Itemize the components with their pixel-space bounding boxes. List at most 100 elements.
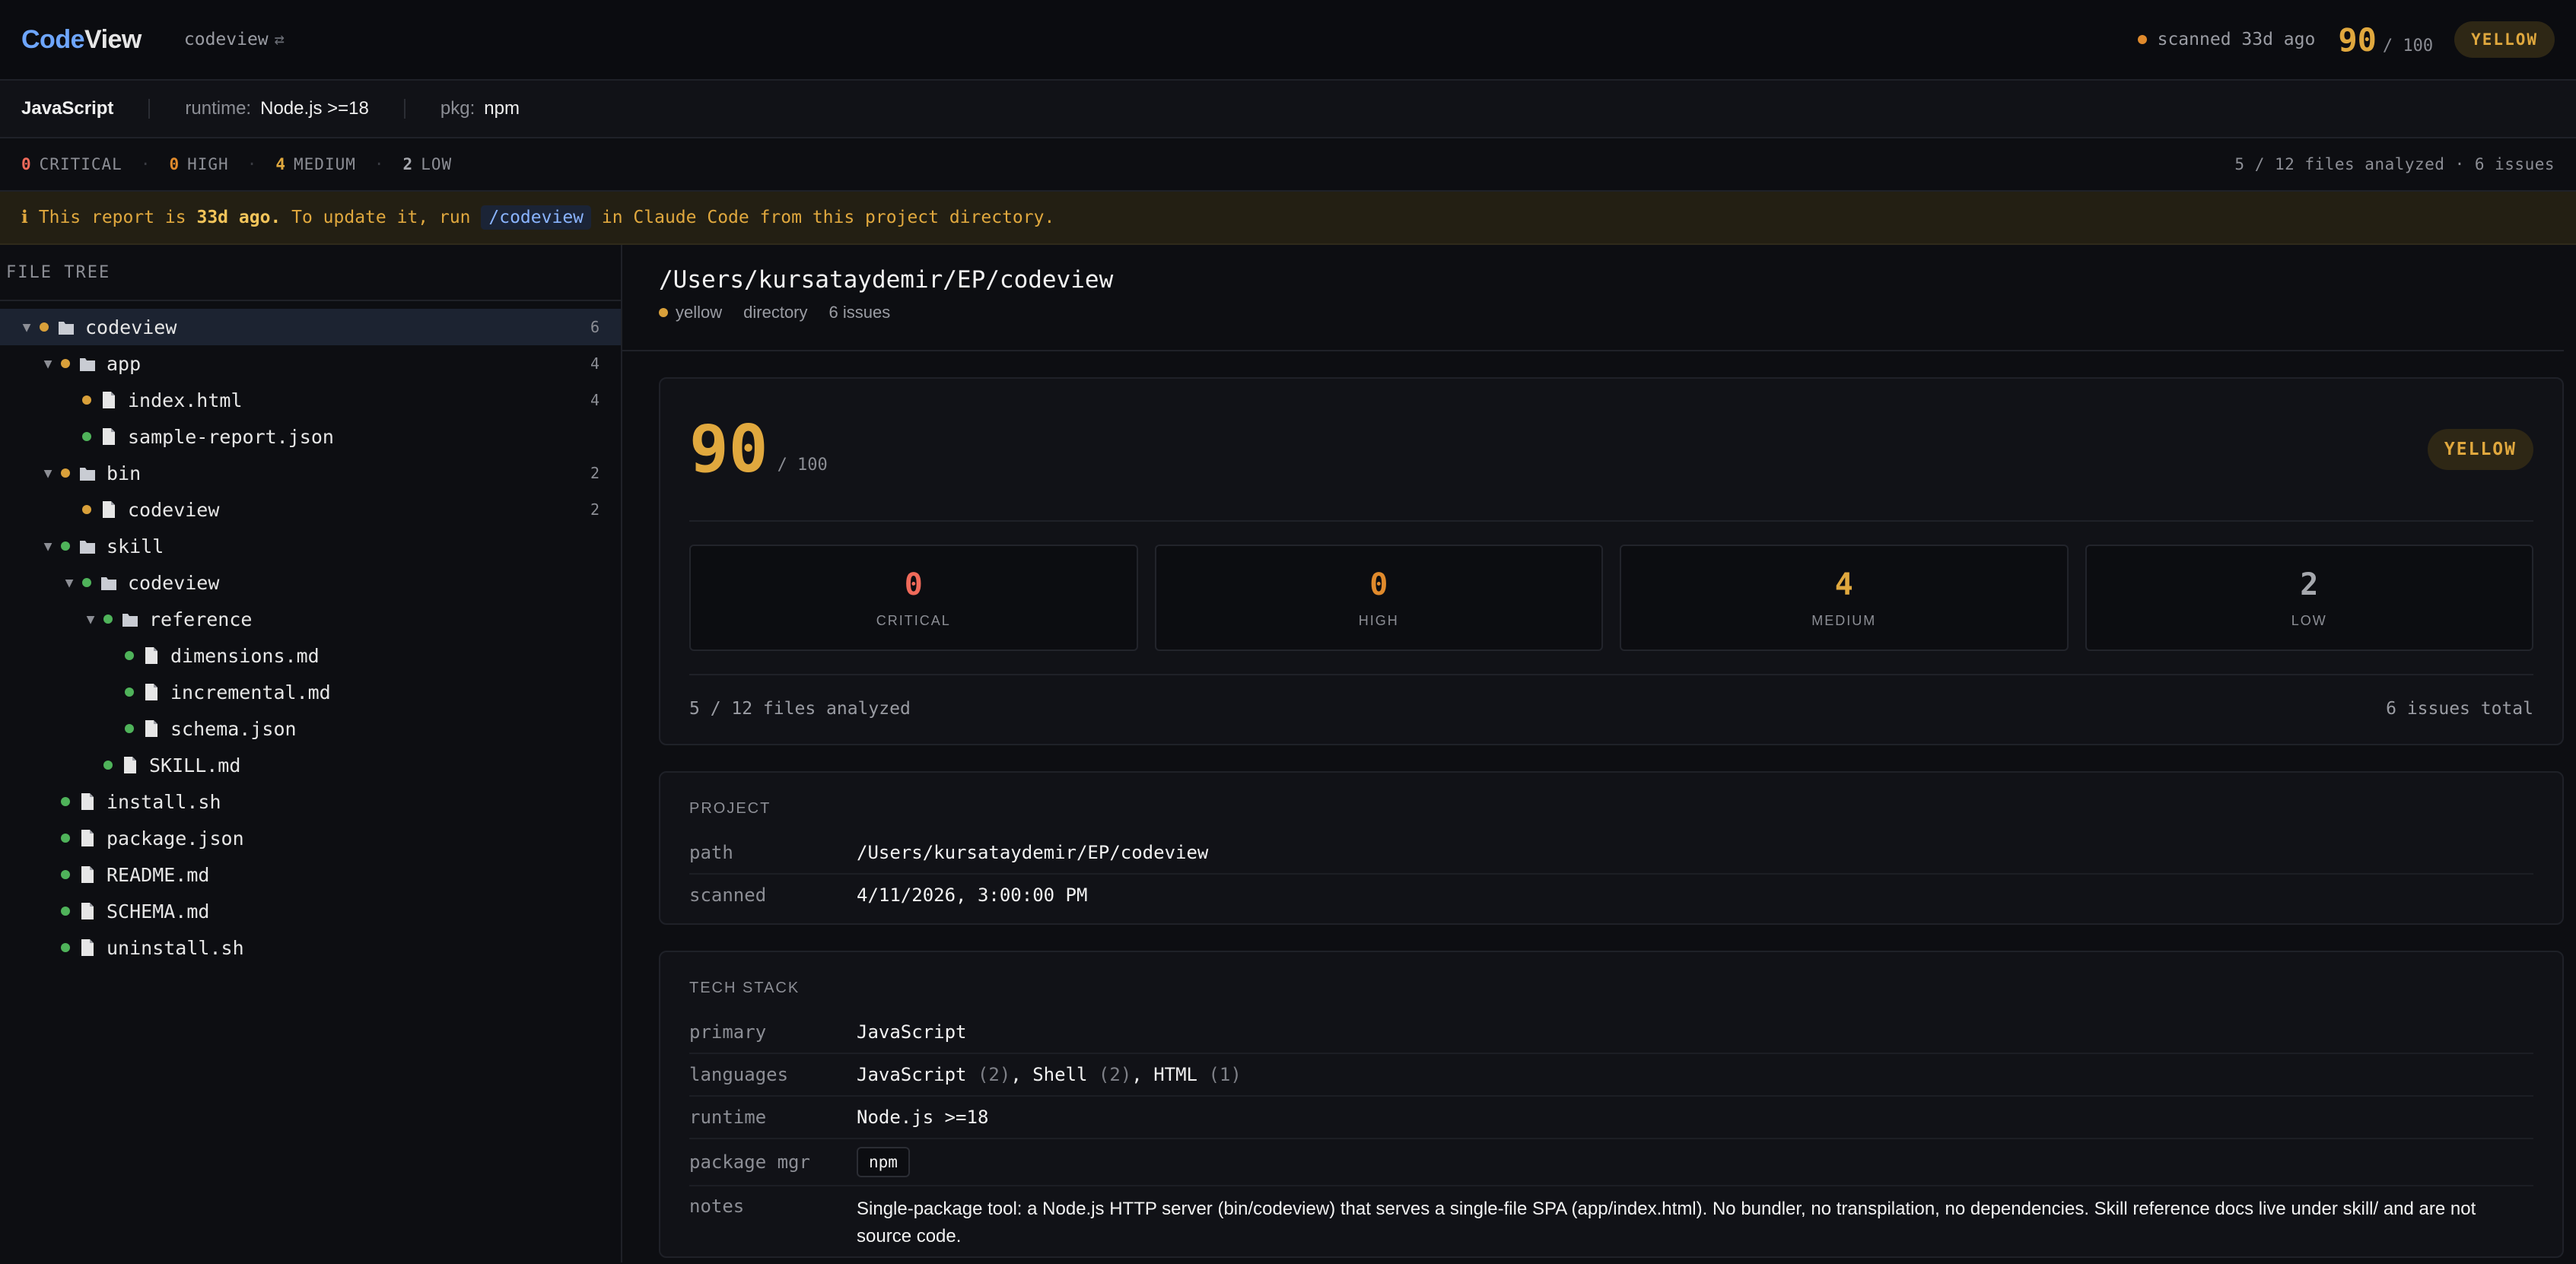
kv-key: scanned xyxy=(689,884,767,906)
project-section-title: PROJECT xyxy=(689,800,771,817)
kv-key: runtime xyxy=(689,1107,767,1128)
tree-row[interactable]: ▼ skill xyxy=(0,528,621,564)
kv-key: primary xyxy=(689,1021,767,1043)
tree-row-name: README.md xyxy=(107,863,210,886)
tree-row[interactable]: ▼ install.sh xyxy=(0,783,621,820)
tree-row[interactable]: ▼ dimensions.md xyxy=(0,637,621,674)
tree-row[interactable]: ▼ SKILL.md xyxy=(0,747,621,783)
tree-row-name: codeview xyxy=(128,571,220,594)
divider xyxy=(148,99,151,119)
expand-arrow-icon[interactable]: ▼ xyxy=(38,356,58,372)
tree-row[interactable]: ▼ SCHEMA.md xyxy=(0,893,621,929)
kv-key: notes xyxy=(689,1196,745,1217)
severity-label: HIGH xyxy=(187,155,229,173)
tree-row[interactable]: ▼ reference xyxy=(0,601,621,637)
tree-row-name: package.json xyxy=(107,827,244,850)
tree-row[interactable]: ▼ codeview 6 xyxy=(0,309,621,345)
expand-arrow-icon[interactable]: ▼ xyxy=(17,319,37,335)
meta-runtime-label: runtime: xyxy=(185,98,252,119)
tree-row[interactable]: ▼ uninstall.sh xyxy=(0,929,621,966)
file-icon xyxy=(103,428,115,445)
tree-row-name: bin xyxy=(107,462,142,484)
tree-row[interactable]: ▼ sample-report.json xyxy=(0,418,621,455)
file-icon xyxy=(103,501,115,518)
tree-row-name: app xyxy=(107,352,142,375)
file-icon xyxy=(145,684,157,700)
expand-arrow-icon[interactable]: ▼ xyxy=(38,538,58,554)
file-icon xyxy=(81,939,94,956)
expand-arrow-icon[interactable]: ▼ xyxy=(59,575,79,591)
file-icon xyxy=(103,392,115,408)
kv-value: Single-package tool: a Node.js HTTP serv… xyxy=(857,1199,2476,1247)
kv-row-primary: primary JavaScript xyxy=(689,1012,2533,1054)
tree-row[interactable]: ▼ codeview xyxy=(0,564,621,601)
tree-row[interactable]: ▼ incremental.md xyxy=(0,674,621,710)
meta-pkg-value: npm xyxy=(484,98,520,119)
status-dot-icon xyxy=(125,724,134,733)
tree-row[interactable]: ▼ package.json xyxy=(0,820,621,856)
analysis-summary: 5 / 12 files analyzed · 6 issues xyxy=(2234,155,2555,173)
status-dot-icon xyxy=(61,870,70,879)
status-dot-icon xyxy=(659,308,668,317)
kv-value: npm xyxy=(857,1147,2533,1177)
status-dot-icon xyxy=(125,688,134,697)
language-name: Shell xyxy=(1032,1064,1088,1085)
language-name: JavaScript xyxy=(857,1064,967,1085)
meta-language: JavaScript xyxy=(21,98,114,119)
tree-row-name: sample-report.json xyxy=(128,425,334,448)
status-dot-icon xyxy=(125,651,134,660)
status-dot-icon xyxy=(82,578,91,587)
main-area: FILE TREE ▼ codeview 6 ▼ app 4 ▼ index.htm… xyxy=(0,245,2576,1262)
tree-row-count: 6 xyxy=(590,318,599,336)
tree-row-name: codeview xyxy=(128,498,220,521)
tree-row-name: reference xyxy=(149,608,253,630)
notice-command: /codeview xyxy=(481,205,592,230)
severity-low: 2 LOW xyxy=(403,155,453,173)
expand-arrow-icon[interactable]: ▼ xyxy=(81,611,100,627)
folder-icon xyxy=(80,468,95,481)
kv-key: path xyxy=(689,842,733,863)
kv-row-package-mgr: package mgr npm xyxy=(689,1139,2533,1186)
severity-label: CRITICAL xyxy=(39,155,122,173)
status-dot-icon xyxy=(61,907,70,916)
file-tree-title: FILE TREE xyxy=(0,245,621,301)
status-dot-icon xyxy=(61,541,70,551)
tile-label: CRITICAL xyxy=(876,612,951,628)
folder-icon xyxy=(80,541,95,554)
tree-row[interactable]: ▼ bin 2 xyxy=(0,455,621,491)
file-icon xyxy=(124,757,136,773)
expand-arrow-icon[interactable]: ▼ xyxy=(38,465,58,481)
tree-row-name: dimensions.md xyxy=(170,644,320,667)
kv-row-runtime: runtime Node.js >=18 xyxy=(689,1097,2533,1139)
score-card: 90 / 100 YELLOW 0 CRITICAL 0 HIGH 4 MEDI… xyxy=(659,377,2564,745)
tree-row[interactable]: ▼ index.html4 xyxy=(0,382,621,418)
folder-icon xyxy=(101,577,116,590)
logo-text-code: Code xyxy=(21,24,85,54)
tree-row-name: incremental.md xyxy=(170,681,331,703)
status-dot-icon xyxy=(61,834,70,843)
tree-row[interactable]: ▼ schema.json xyxy=(0,710,621,747)
detail-panel: /Users/kursataydemir/EP/codeview yellow … xyxy=(622,245,2576,1262)
tree-row[interactable]: ▼ app 4 xyxy=(0,345,621,382)
project-card: PROJECT path /Users/kursataydemir/EP/cod… xyxy=(659,771,2564,925)
tree-row[interactable]: ▼ README.md xyxy=(0,856,621,893)
tree-row-count: 4 xyxy=(590,391,599,409)
status-dot-icon xyxy=(61,359,70,368)
logo-text-view: View xyxy=(84,24,142,54)
tree-row-name: uninstall.sh xyxy=(107,936,244,959)
project-switcher[interactable]: codeview ⇄ xyxy=(184,30,285,49)
tree-row[interactable]: ▼ codeview2 xyxy=(0,491,621,528)
severity-count: 0 xyxy=(21,155,32,173)
language-count: (1) xyxy=(1208,1064,1242,1085)
meta-runtime-value: Node.js >=18 xyxy=(260,98,369,119)
severity-count: 2 xyxy=(402,155,414,173)
detail-meta: yellow directory 6 issues xyxy=(659,303,2564,322)
file-icon xyxy=(81,830,94,846)
tree-row-name: install.sh xyxy=(107,790,221,813)
project-meta-bar: JavaScript runtime: Node.js >=18 pkg: np… xyxy=(0,81,2576,138)
package-manager-pill: npm xyxy=(857,1147,910,1177)
app-logo[interactable]: CodeView xyxy=(21,25,142,55)
separator-dot: · xyxy=(246,155,258,173)
separator-dot: · xyxy=(140,155,151,173)
tree-row-name: codeview xyxy=(85,316,177,338)
